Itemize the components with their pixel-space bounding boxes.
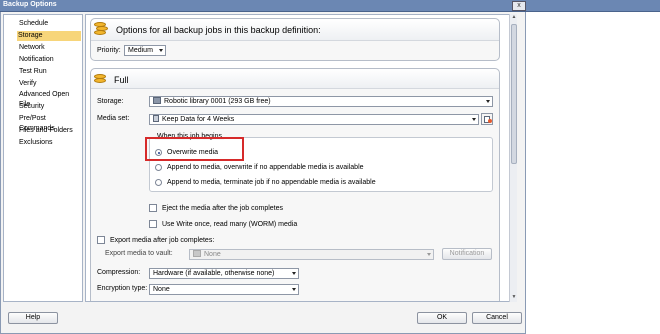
media-set-value: Keep Data for 4 Weeks — [162, 116, 235, 123]
media-set-label: Media set: — [97, 115, 130, 122]
full-panel-header: Full — [91, 69, 499, 89]
append-overwrite-radio[interactable] — [155, 164, 162, 171]
chevron-down-icon — [472, 118, 476, 121]
eject-media-checkbox[interactable] — [149, 204, 157, 212]
export-vault-label: Export media to vault: — [105, 250, 173, 257]
nav-item-test-run[interactable]: Test Run — [18, 67, 82, 77]
nav-item-security[interactable]: Security — [18, 102, 82, 112]
chevron-down-icon — [292, 288, 296, 291]
options-nav: Schedule Storage Network Notification Te… — [3, 14, 83, 302]
overwrite-media-highlight — [145, 137, 244, 161]
chevron-down-icon — [159, 49, 163, 52]
coin-stack-icon — [94, 72, 110, 86]
nav-item-verify[interactable]: Verify — [18, 79, 82, 89]
storage-value: Robotic library 0001 (293 GB free) — [164, 98, 271, 105]
compression-label: Compression: — [97, 269, 141, 276]
nav-item-schedule[interactable]: Schedule — [18, 19, 82, 29]
cancel-button[interactable]: Cancel — [472, 312, 522, 324]
help-button[interactable]: Help — [8, 312, 58, 324]
backup-options-dialog: Schedule Storage Network Notification Te… — [0, 12, 526, 334]
nav-item-files-and-folders[interactable]: Files and Folders — [18, 126, 82, 136]
worm-media-checkbox[interactable] — [149, 220, 157, 228]
encryption-label: Encryption type: — [97, 285, 148, 292]
priority-value: Medium — [128, 47, 153, 54]
media-set-select[interactable]: Keep Data for 4 Weeks — [149, 114, 479, 125]
chevron-down-icon — [486, 100, 490, 103]
media-set-icon — [153, 115, 159, 122]
all-jobs-panel: Options for all backup jobs in this back… — [90, 18, 500, 61]
coins-icon — [94, 22, 110, 36]
window-title: Backup Options — [3, 1, 57, 8]
priority-select[interactable]: Medium — [124, 45, 166, 56]
chevron-down-icon — [292, 272, 296, 275]
priority-label: Priority: — [97, 47, 121, 54]
chevron-down-icon — [427, 253, 431, 256]
export-vault-select[interactable]: None — [189, 249, 434, 260]
ok-button[interactable]: OK — [417, 312, 467, 324]
close-button[interactable]: x — [512, 1, 526, 11]
robotic-library-icon — [153, 97, 161, 104]
all-jobs-header: Options for all backup jobs in this back… — [116, 25, 321, 35]
scroll-down-icon[interactable]: ▼ — [510, 294, 518, 302]
media-set-properties-button[interactable] — [481, 113, 493, 125]
notification-button[interactable]: Notification — [442, 248, 492, 260]
storage-label: Storage: — [97, 98, 124, 105]
encryption-select[interactable]: None — [149, 284, 299, 295]
append-terminate-label: Append to media, terminate job if no app… — [167, 179, 376, 186]
eject-media-label: Eject the media after the job completes — [162, 205, 284, 212]
scroll-up-icon[interactable]: ▲ — [510, 14, 518, 22]
compression-value: Hardware (if available, otherwise none) — [153, 270, 275, 277]
worm-media-label: Use Write once, read many (WORM) media — [162, 221, 298, 228]
full-header: Full — [114, 75, 129, 85]
nav-item-network[interactable]: Network — [18, 43, 82, 53]
nav-item-exclusions[interactable]: Exclusions — [18, 138, 82, 148]
nav-item-notification[interactable]: Notification — [18, 55, 82, 65]
full-panel: Full Storage: Robotic library 0001 (293 … — [90, 68, 500, 301]
storage-select[interactable]: Robotic library 0001 (293 GB free) — [149, 96, 493, 107]
append-overwrite-label: Append to media, overwrite if no appenda… — [167, 164, 364, 171]
all-jobs-panel-header: Options for all backup jobs in this back… — [91, 19, 499, 41]
append-terminate-radio[interactable] — [155, 179, 162, 186]
options-scrollbar[interactable]: ▲ ▼ — [509, 14, 517, 302]
encryption-value: None — [153, 286, 170, 293]
export-vault-value: None — [204, 251, 221, 258]
window-titlebar: Backup Options x — [0, 0, 660, 12]
scrollbar-thumb[interactable] — [511, 24, 517, 164]
nav-item-advanced-open-file[interactable]: Advanced Open File — [18, 90, 82, 108]
export-media-checkbox[interactable] — [97, 236, 105, 244]
export-media-label: Export media after job completes: — [110, 237, 215, 244]
compression-select[interactable]: Hardware (if available, otherwise none) — [149, 268, 299, 279]
nav-item-pre-post-commands[interactable]: Pre/Post Commands — [18, 114, 82, 132]
nav-item-storage[interactable]: Storage — [17, 31, 81, 41]
vault-icon — [193, 250, 201, 257]
